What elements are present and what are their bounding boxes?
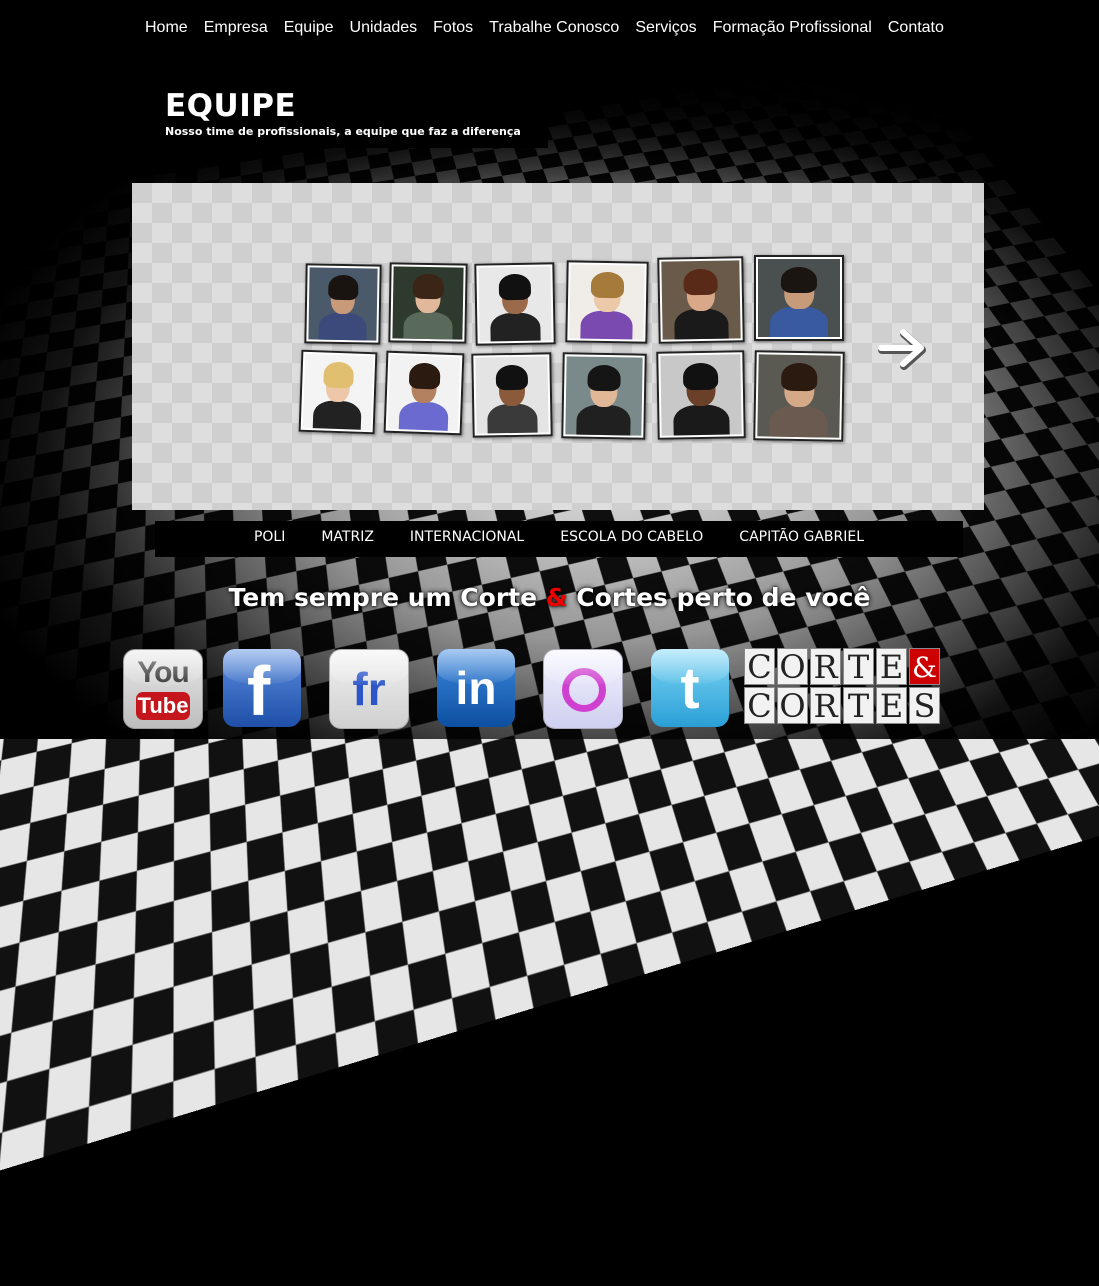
- logo-letter: E: [876, 648, 907, 686]
- units-nav: POLI MATRIZ INTERNACIONAL ESCOLA DO CABE…: [155, 521, 963, 557]
- logo-letter: O: [777, 687, 808, 725]
- unit-poli[interactable]: POLI: [236, 521, 303, 557]
- youtube-label-tube: Tube: [136, 692, 190, 720]
- orkut-icon[interactable]: [543, 649, 623, 729]
- next-arrow-icon[interactable]: [877, 326, 929, 370]
- youtube-icon[interactable]: You Tube: [123, 649, 203, 729]
- nav-formacao-profissional[interactable]: Formação Profissional: [705, 16, 880, 40]
- slogan: Tem sempre um Corte & Cortes perto de vo…: [0, 583, 1099, 612]
- team-gallery-panel: [132, 183, 984, 510]
- unit-escola-do-cabelo[interactable]: ESCOLA DO CABELO: [542, 521, 721, 557]
- page-subtitle: Nosso time de profissionais, a equipe qu…: [165, 125, 521, 138]
- logo-letter: S: [909, 687, 940, 725]
- logo-letter: O: [777, 648, 808, 686]
- facebook-icon[interactable]: f: [223, 649, 301, 727]
- team-member-photo[interactable]: [753, 350, 845, 442]
- logo-letter: R: [810, 648, 841, 686]
- nav-unidades[interactable]: Unidades: [342, 16, 426, 40]
- page-header: EQUIPE Nosso time de profissionais, a eq…: [155, 78, 548, 148]
- linkedin-icon[interactable]: in: [437, 649, 515, 727]
- slogan-ampersand: &: [545, 583, 568, 612]
- unit-capitao-gabriel[interactable]: CAPITÃO GABRIEL: [721, 521, 882, 557]
- twitter-icon[interactable]: t: [651, 649, 729, 727]
- logo-letter: C: [744, 648, 775, 686]
- nav-fotos[interactable]: Fotos: [425, 16, 481, 40]
- team-member-photo[interactable]: [561, 352, 647, 440]
- team-member-photo[interactable]: [304, 263, 382, 345]
- unit-matriz[interactable]: MATRIZ: [303, 521, 392, 557]
- team-member-photo[interactable]: [471, 352, 553, 438]
- team-member-photo[interactable]: [383, 350, 465, 436]
- logo-letter: C: [744, 687, 775, 725]
- team-member-photo[interactable]: [474, 262, 556, 346]
- unit-internacional[interactable]: INTERNACIONAL: [392, 521, 542, 557]
- slogan-text-end: Cortes perto de você: [567, 583, 871, 612]
- team-member-photo[interactable]: [754, 255, 844, 341]
- team-member-photo[interactable]: [657, 256, 745, 344]
- logo-ampersand: &: [909, 648, 940, 685]
- nav-equipe[interactable]: Equipe: [276, 16, 342, 40]
- logo-letter: T: [843, 687, 874, 725]
- team-member-photo[interactable]: [388, 262, 468, 344]
- nav-servicos[interactable]: Serviços: [627, 16, 704, 40]
- nav-empresa[interactable]: Empresa: [196, 16, 276, 40]
- team-member-photo[interactable]: [565, 260, 649, 344]
- logo-letter: T: [843, 648, 874, 686]
- corte-e-cortes-logo: C O R T E & C O R T E S: [744, 648, 944, 728]
- slogan-text-start: Tem sempre um Corte: [228, 583, 546, 612]
- team-member-photo[interactable]: [298, 349, 378, 435]
- logo-letter: R: [810, 687, 841, 725]
- page-title: EQUIPE: [165, 88, 297, 124]
- main-nav: Home Empresa Equipe Unidades Fotos Traba…: [137, 16, 952, 40]
- logo-letter: E: [876, 687, 907, 725]
- team-member-photo[interactable]: [656, 350, 746, 440]
- nav-trabalhe-conosco[interactable]: Trabalhe Conosco: [481, 16, 627, 40]
- nav-contato[interactable]: Contato: [880, 16, 952, 40]
- nav-home[interactable]: Home: [137, 16, 196, 40]
- friendfeed-icon[interactable]: fr: [329, 649, 409, 729]
